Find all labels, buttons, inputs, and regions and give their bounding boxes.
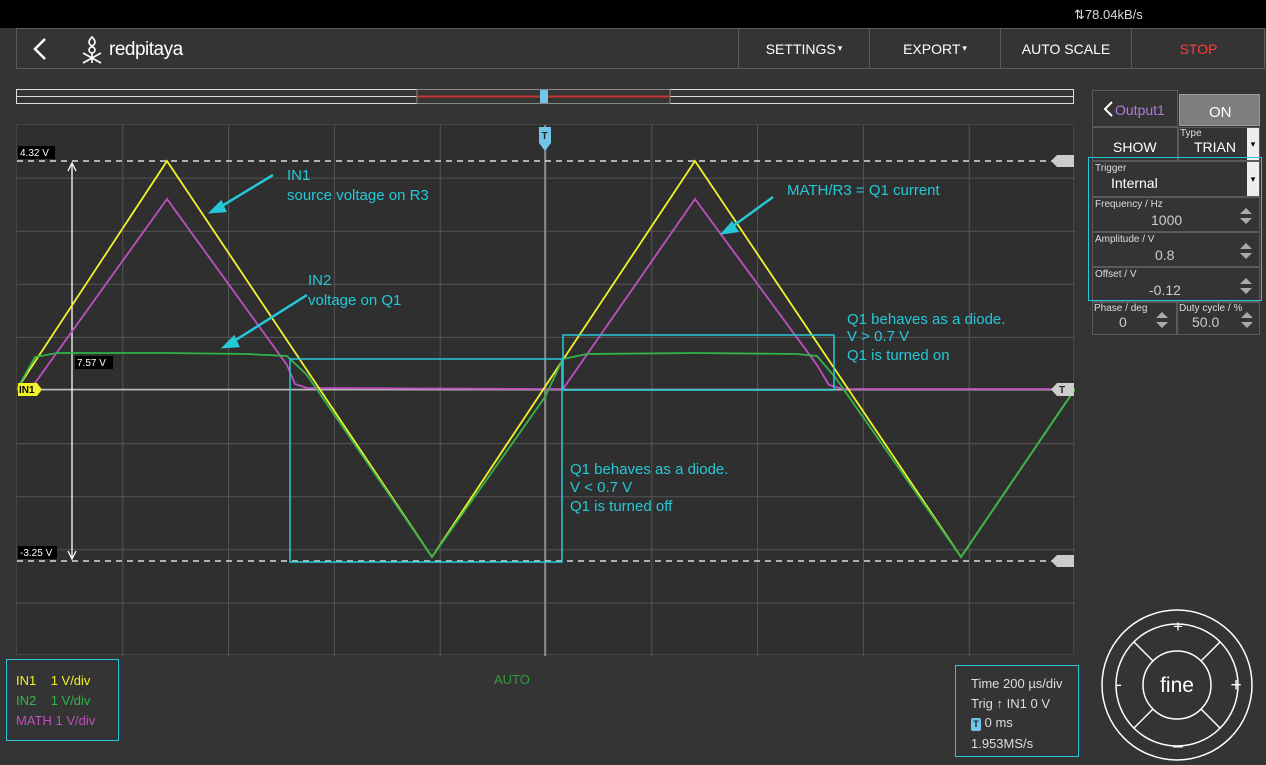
stepper-arrows-icon[interactable] — [1155, 311, 1169, 329]
annotation-arrow — [728, 195, 774, 231]
upper-cursor-label: 4.32 V — [20, 148, 49, 159]
output-on-button[interactable]: ON — [1179, 94, 1260, 126]
annotation-in2-title: IN2 — [308, 272, 331, 289]
in1-marker-label: IN1 — [19, 385, 35, 396]
stepper-arrows-icon[interactable] — [1240, 311, 1254, 329]
annotation-off-3: Q1 is turned off — [570, 498, 673, 515]
rising-edge-icon: ↑ — [996, 696, 1004, 711]
fine-label: fine — [1160, 674, 1194, 697]
annotation-math: MATH/R3 = Q1 current — [787, 182, 941, 199]
annotation-off-2: V < 0.7 V — [570, 479, 632, 496]
settings-menu[interactable]: SETTINGS ▾ — [738, 29, 869, 68]
highlight-box — [1088, 157, 1262, 301]
data-rate: ⇅78.04kB/s — [1074, 7, 1143, 22]
lower-cursor-label: -3.25 V — [20, 548, 53, 559]
plot-grid — [17, 125, 1075, 656]
waveform-type-select[interactable]: Type TRIAN ▾ — [1178, 127, 1260, 161]
duty-cycle-input[interactable]: Duty cycle / % 50.0 — [1177, 302, 1260, 335]
stop-button[interactable]: STOP — [1131, 29, 1265, 68]
dropdown-caret-icon: ▾ — [1247, 128, 1259, 160]
lower-cursor-handle[interactable] — [1051, 555, 1074, 567]
export-menu[interactable]: EXPORT ▾ — [869, 29, 1000, 68]
annotation-on-2: V > 0.7 V — [847, 328, 909, 345]
oscilloscope-plot[interactable]: IN1 source voltage on R3 IN2 voltage on … — [16, 124, 1076, 689]
trigger-time-label: T — [542, 131, 548, 142]
annotation-arrow — [216, 173, 274, 211]
annotation-in2-desc: voltage on Q1 — [308, 292, 401, 309]
brand-name: redpitaya — [109, 39, 183, 60]
arrow-head-icon — [207, 199, 227, 214]
phase-input[interactable]: Phase / deg 0 — [1092, 302, 1177, 335]
auto-scale-button[interactable]: AUTO SCALE — [1000, 29, 1131, 68]
caret-down-icon: ▾ — [837, 43, 843, 53]
annotation-box-on — [562, 334, 835, 391]
trigger-delay[interactable]: T 0 ms — [971, 715, 1013, 731]
decrease-coarse-button[interactable]: – — [1173, 736, 1183, 755]
channel-legend: IN1 1 V/div IN2 1 V/div MATH 1 V/div — [6, 659, 119, 741]
annotation-on-3: Q1 is turned on — [847, 347, 950, 364]
annotation-in1-desc: source voltage on R3 — [287, 187, 429, 204]
output1-collapse[interactable]: Output1 — [1092, 90, 1178, 127]
chevron-left-icon — [1103, 101, 1113, 117]
acquisition-mode-status: AUTO — [494, 672, 530, 687]
status-bar: ⇅78.04kB/s — [0, 0, 1266, 28]
trigger-info[interactable]: Trig ↑ IN1 0 V — [971, 696, 1050, 711]
caret-down-icon: ▾ — [962, 43, 967, 53]
redpitaya-logo: redpitaya — [79, 35, 183, 65]
sample-rate: 1.953MS/s — [971, 736, 1034, 751]
show-button[interactable]: SHOW — [1092, 127, 1178, 161]
back-arrow-icon[interactable] — [25, 33, 55, 65]
transfer-arrows-icon: ⇅ — [1074, 7, 1085, 22]
legend-math[interactable]: MATH 1 V/div — [16, 713, 95, 728]
annotation-on-1: Q1 behaves as a diode. — [847, 311, 1005, 328]
increase-button[interactable]: + — [1230, 675, 1241, 696]
increase-coarse-button[interactable]: + — [1173, 617, 1183, 636]
decrease-button[interactable]: - — [1116, 675, 1122, 694]
trigger-position-marker[interactable] — [540, 90, 548, 103]
annotation-off-1: Q1 behaves as a diode. — [570, 461, 728, 478]
trigger-level-label: T — [1059, 385, 1065, 396]
delta-label: 7.57 V — [77, 358, 106, 369]
upper-cursor-handle[interactable] — [1051, 155, 1074, 167]
annotation-in1-title: IN1 — [287, 167, 310, 184]
legend-in2[interactable]: IN2 1 V/div — [16, 693, 90, 708]
legend-in1[interactable]: IN1 1 V/div — [16, 673, 90, 688]
adjust-control-pad[interactable]: fine + – - + — [1100, 608, 1254, 762]
arrow-head-icon — [220, 334, 240, 349]
timebase-scroll-bar[interactable] — [16, 89, 1074, 104]
header-bar: redpitaya SETTINGS ▾ EXPORT ▾ AUTO SCALE S… — [16, 28, 1265, 69]
trigger-t-icon: T — [971, 718, 981, 731]
time-per-div[interactable]: Time 200 µs/div — [971, 676, 1063, 691]
timebase-info: Time 200 µs/div Trig ↑ IN1 0 V T 0 ms 1.… — [955, 665, 1079, 757]
redpitaya-logo-icon — [82, 35, 102, 64]
